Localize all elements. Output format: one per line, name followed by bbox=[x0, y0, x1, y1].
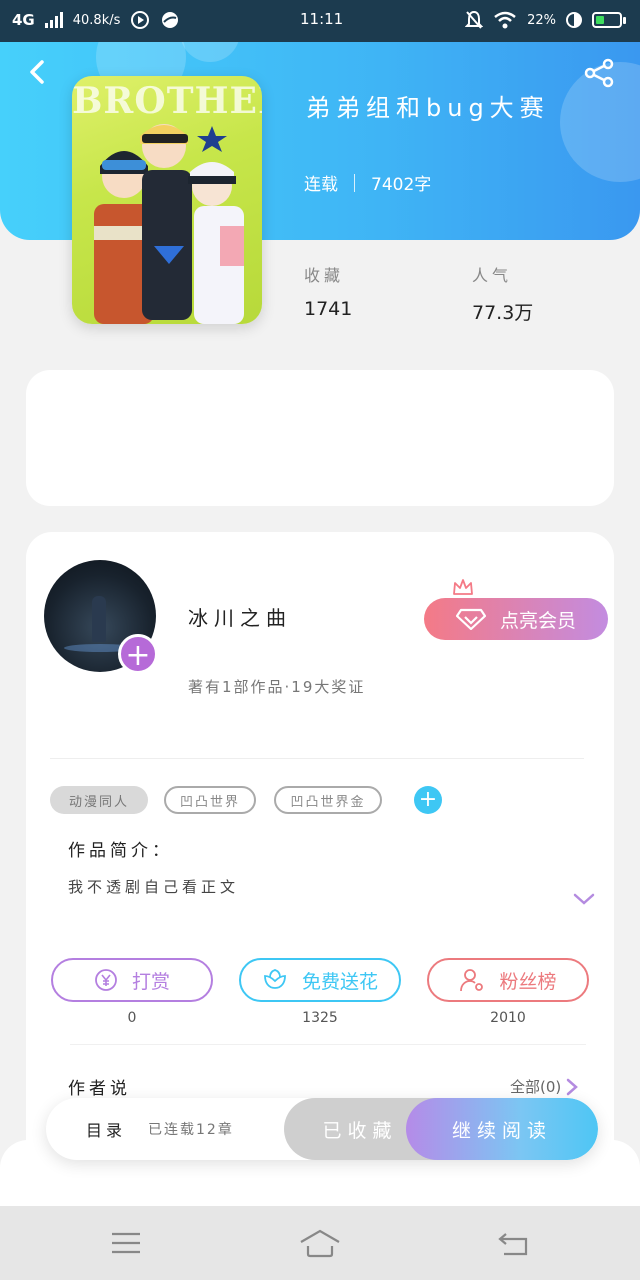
fans-rank-label: 粉丝榜 bbox=[499, 970, 557, 993]
tip-button[interactable]: 打赏 bbox=[51, 958, 213, 1002]
cover-illustration bbox=[94, 124, 244, 324]
tag-item[interactable]: 动漫同人 bbox=[50, 786, 148, 814]
chevron-down-icon[interactable] bbox=[572, 892, 596, 906]
flower-count: 1325 bbox=[302, 1010, 338, 1026]
intro-title: 作品简介： bbox=[68, 841, 173, 861]
collect-label: 收藏 bbox=[304, 266, 345, 285]
home-icon[interactable] bbox=[298, 1228, 342, 1258]
status-bar: 4G 40.8k/s 11:11 22% bbox=[0, 0, 640, 42]
battery-percent: 22% bbox=[527, 12, 556, 28]
user-icon bbox=[460, 969, 484, 992]
status-right: 22% bbox=[465, 10, 626, 30]
follow-author-button[interactable]: + bbox=[118, 634, 158, 674]
play-store-icon bbox=[131, 11, 150, 29]
intro-text: 我不透剧自己看正文 bbox=[68, 878, 240, 896]
popularity-label: 人气 bbox=[472, 266, 513, 285]
author-name[interactable]: 冰川之曲 bbox=[188, 602, 292, 631]
back-button[interactable] bbox=[22, 56, 54, 88]
serial-status: 连载 bbox=[304, 175, 338, 195]
fans-count: 2010 bbox=[490, 1010, 526, 1026]
flower-icon bbox=[264, 969, 286, 989]
popularity-stat: 人气 77.3万 bbox=[472, 262, 533, 325]
crown-icon bbox=[453, 579, 473, 595]
data-saver-icon bbox=[566, 12, 582, 28]
author-say-title: 作者说 bbox=[68, 1079, 131, 1099]
author-say-all-link[interactable]: 全部(0) bbox=[510, 1076, 579, 1097]
vip-button-label: 点亮会员 bbox=[499, 609, 576, 632]
author-subtitle: 著有1部作品·19大奖证 bbox=[188, 678, 366, 696]
catalog-status: 已连载12章 bbox=[148, 1122, 234, 1138]
continue-reading-button[interactable]: 继续阅读 bbox=[406, 1098, 598, 1160]
vip-button[interactable]: 点亮会员 bbox=[424, 598, 608, 640]
popularity-value: 77.3万 bbox=[472, 302, 534, 324]
catalog-button[interactable]: 目录 已连载12章 bbox=[86, 1098, 234, 1160]
section-divider bbox=[50, 758, 584, 759]
author-say-all-label: 全部(0) bbox=[510, 1078, 562, 1096]
network-type: 4G bbox=[12, 11, 35, 29]
back-nav-icon[interactable] bbox=[496, 1228, 532, 1258]
ad-placeholder-card bbox=[26, 370, 614, 506]
tip-label: 打赏 bbox=[131, 970, 170, 993]
reading-action-bar: 目录 已连载12章 已收藏 继续阅读 bbox=[46, 1098, 598, 1160]
wifi-icon bbox=[494, 11, 516, 29]
mute-bell-icon bbox=[465, 10, 484, 29]
collect-value: 1741 bbox=[304, 298, 353, 320]
send-flower-label: 免费送花 bbox=[301, 970, 378, 993]
section-divider bbox=[70, 1044, 586, 1045]
status-left: 4G 40.8k/s bbox=[12, 10, 180, 30]
book-cover[interactable]: BROTHER bbox=[72, 76, 262, 324]
chevron-right-icon bbox=[567, 1078, 579, 1095]
tip-count: 0 bbox=[127, 1010, 137, 1026]
meta-separator bbox=[354, 173, 355, 192]
collect-stat: 收藏 1741 bbox=[304, 262, 352, 320]
fans-rank-button[interactable]: 粉丝榜 bbox=[427, 958, 589, 1002]
word-count: 7402字 bbox=[371, 175, 432, 195]
signal-icon bbox=[44, 12, 63, 28]
browser-icon bbox=[162, 12, 179, 28]
net-speed: 40.8k/s bbox=[72, 12, 121, 28]
tag-item[interactable]: 凹凸世界 bbox=[164, 786, 256, 814]
book-title: 弟弟组和bug大赛 bbox=[306, 94, 550, 122]
share-button[interactable] bbox=[582, 56, 616, 90]
book-meta: 连载 7402字 bbox=[304, 170, 431, 195]
yen-icon bbox=[95, 969, 117, 991]
send-flower-button[interactable]: 免费送花 bbox=[239, 958, 401, 1002]
catalog-label: 目录 bbox=[86, 1121, 127, 1140]
diamond-icon bbox=[455, 608, 486, 630]
tag-item[interactable]: 凹凸世界金 bbox=[274, 786, 382, 814]
menu-icon[interactable] bbox=[108, 1228, 144, 1258]
battery-icon bbox=[592, 12, 626, 28]
system-nav-bar bbox=[0, 1206, 640, 1280]
status-time: 11:11 bbox=[300, 10, 344, 28]
add-tag-button[interactable]: + bbox=[414, 786, 442, 814]
